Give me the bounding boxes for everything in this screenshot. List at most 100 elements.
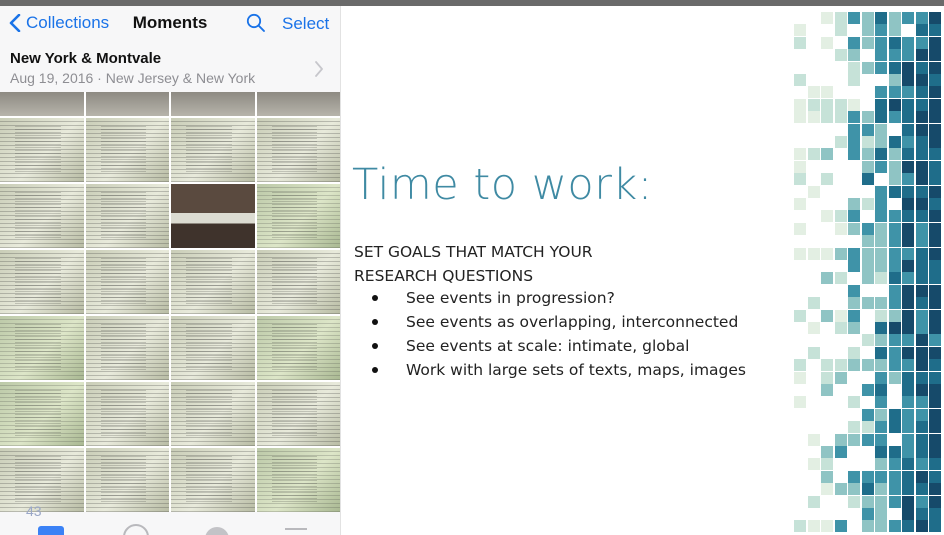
mosaic-tile: [915, 520, 928, 533]
photo-thumbnail[interactable]: [256, 92, 340, 116]
mosaic-tile: [848, 247, 860, 260]
mosaic-tile: [902, 160, 914, 173]
photos-tab-icon[interactable]: [38, 526, 64, 535]
mosaic-tile: [888, 210, 901, 223]
photo-thumbnail[interactable]: [256, 184, 340, 248]
mosaic-tile: [848, 322, 860, 334]
mosaic-tile: [888, 24, 901, 37]
photo-thumbnail[interactable]: [256, 250, 340, 314]
mosaic-tile: [834, 247, 847, 260]
mosaic-tile: [902, 61, 914, 74]
mosaic-tile: [834, 49, 847, 62]
moment-header[interactable]: New York & Montvale Aug 19, 2016 · New J…: [0, 44, 340, 96]
mosaic-tile: [888, 371, 901, 384]
mosaic-tile: [902, 433, 914, 446]
photo-thumbnail[interactable]: [171, 448, 255, 512]
photo-thumbnail[interactable]: [85, 92, 169, 116]
photo-thumbnail[interactable]: [256, 382, 340, 446]
mosaic-tile: [875, 483, 887, 496]
mosaic-tile: [821, 148, 833, 161]
mosaic-tile: [915, 495, 928, 508]
mosaic-tile: [929, 24, 941, 37]
mosaic-tile: [902, 148, 914, 161]
mosaic-tile: [902, 185, 914, 198]
mosaic-tile: [875, 408, 887, 421]
subheading-line-1: SET GOALS THAT MATCH YOUR: [354, 243, 593, 261]
mosaic-tile: [875, 12, 887, 24]
mosaic-tile: [888, 284, 901, 297]
memories-tab-icon[interactable]: [123, 524, 149, 535]
photo-thumbnail[interactable]: [0, 184, 84, 248]
mosaic-tile: [834, 371, 847, 384]
mosaic-tile: [848, 222, 860, 235]
mosaic-tile: [902, 210, 914, 223]
photo-thumbnail[interactable]: [0, 92, 84, 116]
mosaic-tile: [834, 111, 847, 124]
photo-thumbnail[interactable]: [171, 184, 255, 248]
mosaic-tile: [915, 61, 928, 74]
mosaic-tile: [794, 24, 806, 37]
photo-thumbnail[interactable]: [85, 316, 169, 380]
photo-thumbnail[interactable]: [171, 92, 255, 116]
mosaic-tile: [848, 61, 860, 74]
mosaic-tile: [902, 371, 914, 384]
mosaic-tile: [848, 483, 860, 496]
mosaic-tile: [929, 74, 941, 86]
mosaic-tile: [902, 470, 914, 483]
mosaic-tile: [875, 98, 887, 111]
mosaic-tile: [794, 36, 806, 49]
mosaic-tile: [915, 136, 928, 148]
photo-thumbnail[interactable]: [171, 118, 255, 182]
photo-thumbnail[interactable]: [85, 448, 169, 512]
mosaic-tile: [875, 309, 887, 322]
mosaic-tile: [902, 74, 914, 86]
photo-thumbnail[interactable]: [171, 382, 255, 446]
photo-thumbnail[interactable]: [0, 250, 84, 314]
mosaic-tile: [929, 36, 941, 49]
photo-thumbnail[interactable]: [256, 118, 340, 182]
mosaic-tile: [794, 98, 806, 111]
collections-back-button[interactable]: Collections: [8, 13, 109, 33]
photo-thumbnail[interactable]: [256, 448, 340, 512]
mosaic-tile: [794, 371, 806, 384]
mosaic-tile: [848, 74, 860, 86]
mosaic-tile: [848, 433, 860, 446]
photo-thumbnail[interactable]: [171, 316, 255, 380]
mosaic-tile: [875, 396, 887, 409]
slide-subheading: SET GOALS THAT MATCH YOUR RESEARCH QUEST…: [354, 240, 754, 288]
mosaic-tile: [794, 309, 806, 322]
search-icon[interactable]: [246, 13, 266, 33]
photo-thumbnail[interactable]: [85, 184, 169, 248]
mosaic-tile: [929, 421, 941, 434]
photo-thumbnail[interactable]: [171, 250, 255, 314]
mosaic-tile: [902, 284, 914, 297]
photo-thumbnail[interactable]: [0, 316, 84, 380]
photo-thumbnail[interactable]: [85, 382, 169, 446]
mosaic-tile: [848, 346, 860, 359]
mosaic-tile: [915, 508, 928, 520]
mosaic-tile: [915, 408, 928, 421]
mosaic-tile: [848, 421, 860, 434]
mosaic-tile: [915, 173, 928, 186]
mosaic-tile: [888, 173, 901, 186]
mosaic-tile: [902, 247, 914, 260]
select-button[interactable]: Select: [282, 14, 329, 34]
mosaic-tile: [794, 160, 806, 173]
mosaic-tile: [902, 198, 914, 210]
photo-thumbnail[interactable]: [85, 118, 169, 182]
mosaic-tile: [848, 136, 860, 148]
mosaic-tile: [834, 309, 847, 322]
photo-thumbnail[interactable]: [256, 316, 340, 380]
photo-thumbnail[interactable]: [0, 382, 84, 446]
mosaic-tile: [794, 359, 806, 372]
mosaic-tile: [929, 123, 941, 136]
mosaic-tile: [929, 520, 941, 533]
mosaic-tile: [861, 272, 874, 285]
mosaic-tile: [807, 520, 820, 533]
photo-thumbnail[interactable]: [0, 118, 84, 182]
mosaic-tile: [848, 297, 860, 310]
mosaic-tile: [834, 322, 847, 334]
photo-thumbnail[interactable]: [85, 250, 169, 314]
albums-tab-icon[interactable]: [285, 528, 307, 535]
shared-tab-icon[interactable]: [205, 527, 229, 535]
